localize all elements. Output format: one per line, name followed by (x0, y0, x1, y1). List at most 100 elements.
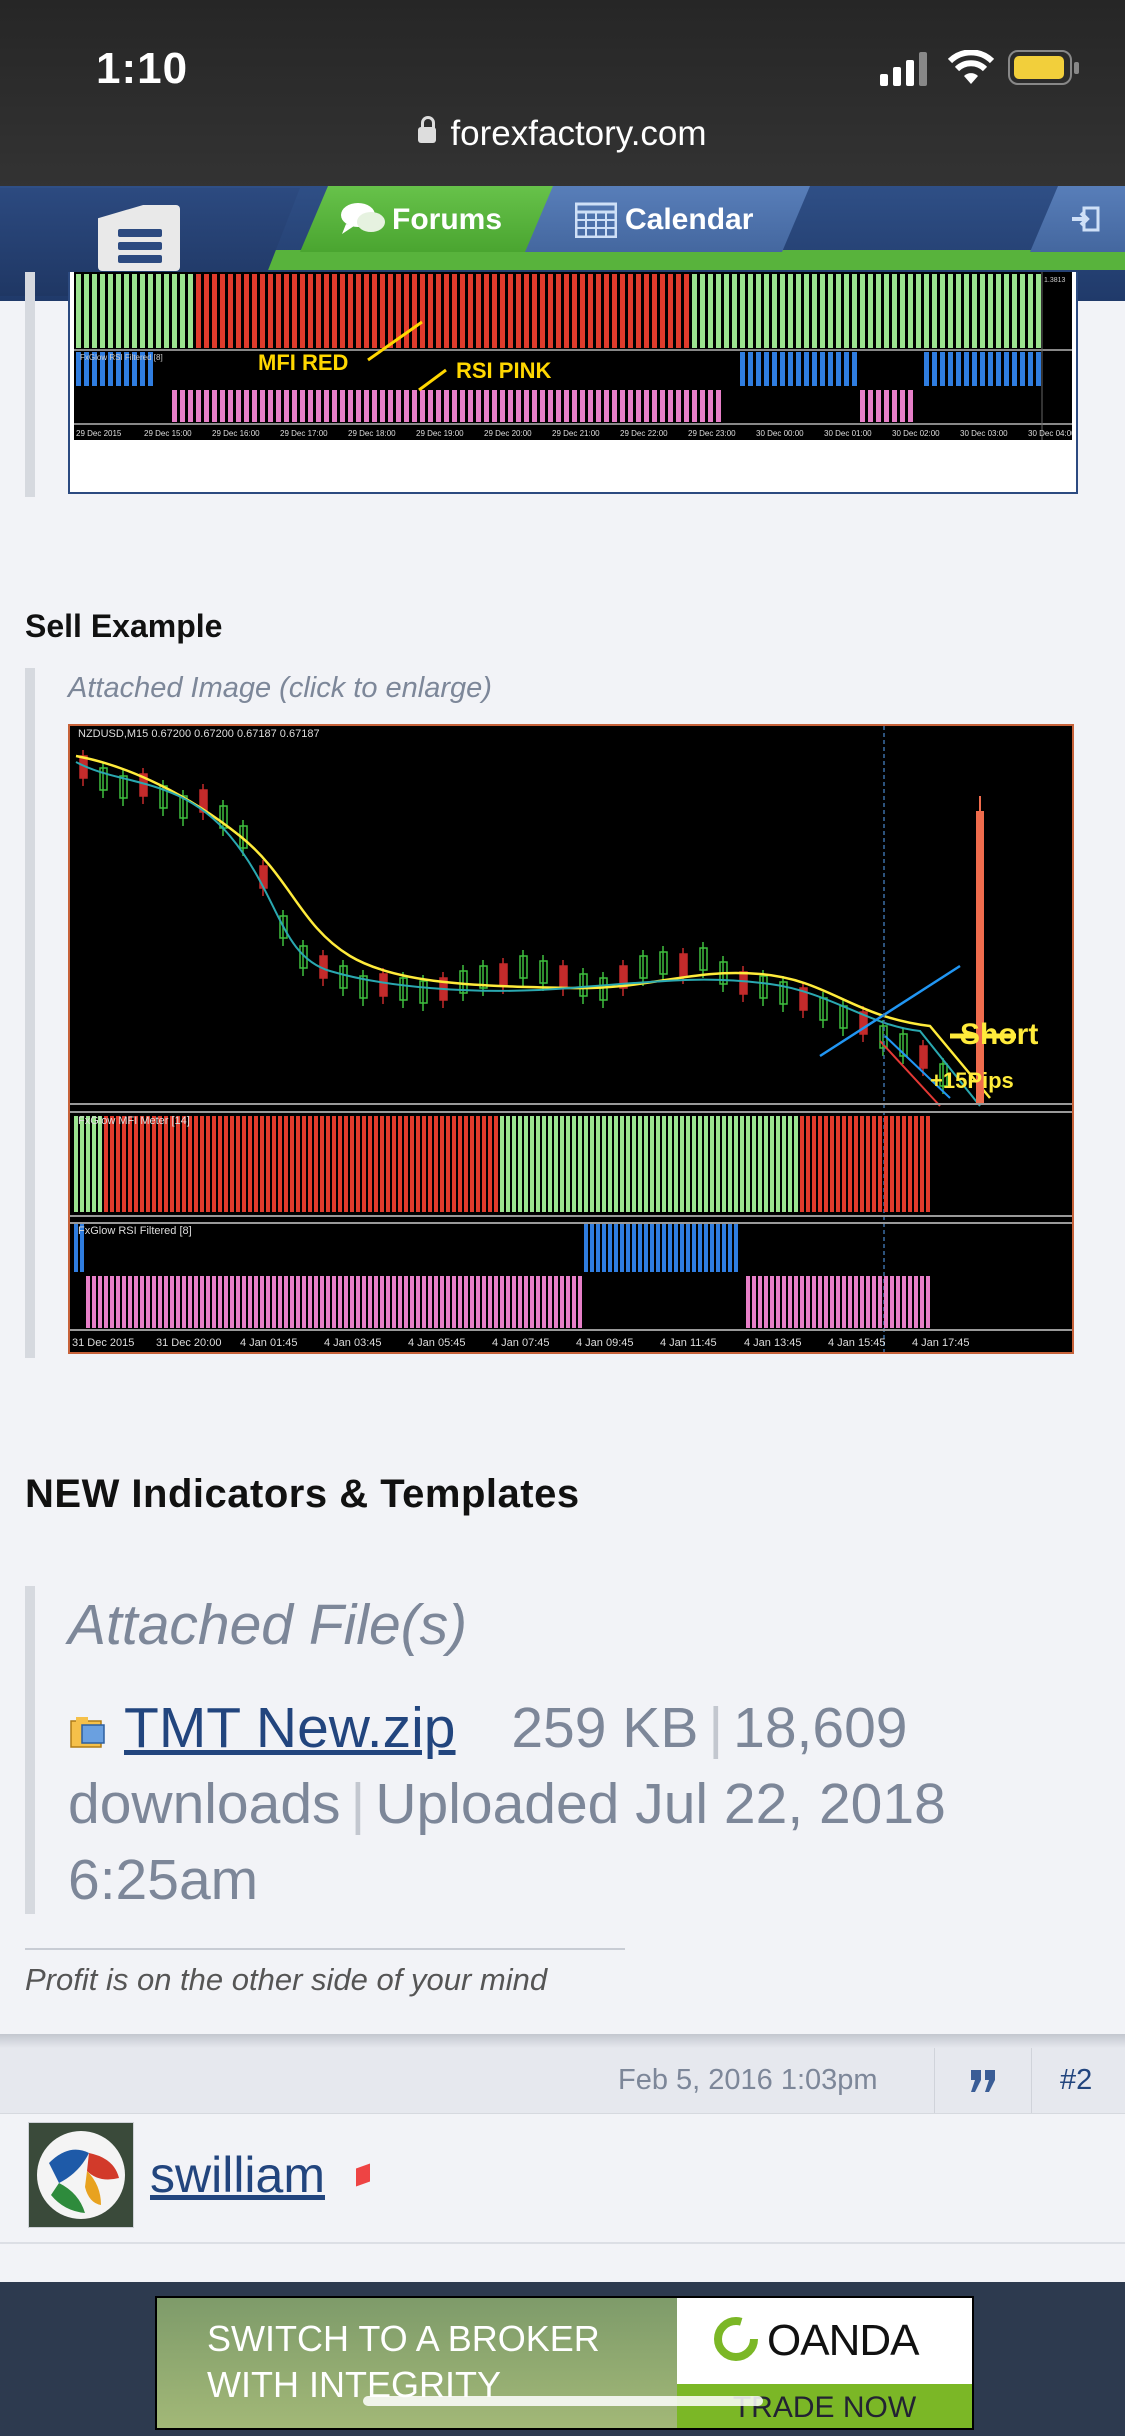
mfi-bar (716, 274, 721, 348)
mfi-bar (740, 1116, 744, 1212)
time-tick-label: 4 Jan 07:45 (492, 1337, 550, 1349)
rsi-bar (276, 390, 281, 422)
tab-forums[interactable]: Forums (300, 186, 560, 252)
menu-icon[interactable] (98, 205, 180, 271)
mfi-bar (650, 1116, 654, 1212)
time-tick-label: 31 Dec 20:00 (156, 1337, 221, 1349)
file-download-link[interactable]: TMT New.zip (124, 1696, 456, 1760)
rsi-bar (940, 352, 945, 386)
mfi-bar (348, 274, 353, 348)
rsi-bar (772, 352, 777, 386)
rsi-bar (860, 1276, 864, 1328)
mfi-bar (494, 1116, 498, 1212)
rsi-bar (656, 1224, 660, 1272)
mfi-bar (332, 274, 337, 348)
rsi-bar (620, 1224, 624, 1272)
candlestick (679, 953, 688, 977)
mfi-bar (854, 1116, 858, 1212)
mfi-bar (110, 1116, 114, 1212)
ad-cta-button[interactable]: TRADE NOW (677, 2384, 972, 2428)
mfi-bar (692, 274, 697, 348)
rsi-bar (488, 1276, 492, 1328)
rsi-bar (244, 390, 249, 422)
mfi-bar (468, 274, 473, 348)
mfi-bar (764, 274, 769, 348)
rsi-bar (812, 1276, 816, 1328)
mfi-bar (434, 1116, 438, 1212)
mfi-bar (242, 1116, 246, 1212)
rsi-bar (388, 390, 393, 422)
mfi-bar (896, 1116, 900, 1212)
chart-top-image[interactable]: FxGlow RSI Filtered [8] MFI RED RSI PINK… (74, 272, 1072, 440)
address-bar[interactable]: forexfactory.com (0, 114, 1125, 154)
rsi-bar (668, 1224, 672, 1272)
mfi-bar (612, 274, 617, 348)
ad-line-1: SWITCH TO A BROKER (207, 2318, 600, 2359)
rsi-bar (716, 1224, 720, 1272)
rsi-bar (180, 390, 185, 422)
attached-image-frame[interactable]: FxGlow RSI Filtered [8] MFI RED RSI PINK… (68, 272, 1078, 494)
mfi-bar (836, 274, 841, 348)
rsi-bar (452, 1276, 456, 1328)
rsi-bar (824, 1276, 828, 1328)
rsi-bar (500, 1276, 504, 1328)
mfi-bar (812, 274, 817, 348)
mfi-bar (236, 274, 241, 348)
quote-button[interactable] (934, 2048, 1032, 2113)
avatar[interactable] (28, 2122, 134, 2228)
rsi-bar (236, 1276, 240, 1328)
mfi-bar (380, 1116, 384, 1212)
mfi-bar (902, 1116, 906, 1212)
rsi-bar (284, 390, 289, 422)
mfi-bar (884, 274, 889, 348)
post-number-link[interactable]: #2 (1060, 2064, 1092, 2097)
mfi-bar (884, 1116, 888, 1212)
mfi-bar (164, 274, 169, 348)
rsi-bar (512, 1276, 516, 1328)
rsi-bar (320, 1276, 324, 1328)
tab-forums-label: Forums (392, 203, 503, 236)
mfi-bar (980, 274, 985, 348)
mfi-bar (444, 274, 449, 348)
mfi-bar (482, 1116, 486, 1212)
mfi-bar (128, 1116, 132, 1212)
rsi-bar (200, 1276, 204, 1328)
mfi-bar (134, 1116, 138, 1212)
file-size: 259 KB (511, 1696, 699, 1760)
rsi-bar (796, 352, 801, 386)
rsi-bar (788, 352, 793, 386)
rsi-bar (964, 352, 969, 386)
ad-banner[interactable]: SWITCH TO A BROKER WITH INTEGRITY OANDA … (155, 2296, 974, 2430)
mfi-bar (788, 274, 793, 348)
rsi-bar (524, 1276, 528, 1328)
home-indicator (363, 2396, 763, 2406)
rsi-bar (308, 390, 313, 422)
rsi-bar (98, 1276, 102, 1328)
mfi-bar (776, 1116, 780, 1212)
rsi-bar (602, 1224, 606, 1272)
sell-example-chart-image[interactable]: NZDUSD,M15 0.67200 0.67200 0.67187 0.671… (68, 724, 1074, 1354)
attached-image-caption[interactable]: Attached Image (click to enlarge) (68, 672, 492, 705)
tab-calendar[interactable]: Calendar (525, 186, 810, 252)
rsi-bar (268, 390, 273, 422)
rsi-bar (704, 1224, 708, 1272)
rsi-bar (644, 1224, 648, 1272)
mfi-bar (122, 1116, 126, 1212)
username-link[interactable]: swilliam (150, 2146, 325, 2204)
mfi-bar (1004, 274, 1009, 348)
mfi-bar (248, 1116, 252, 1212)
rsi-bar (628, 390, 633, 422)
mfi-bar (636, 274, 641, 348)
time-tick-label: 29 Dec 18:00 (348, 429, 396, 438)
quote-bar (25, 668, 35, 1358)
mfi-bar (392, 1116, 396, 1212)
quote-bar (25, 1586, 35, 1914)
rsi-bar (464, 1276, 468, 1328)
mfi-bar (524, 274, 529, 348)
mfi-bar (872, 1116, 876, 1212)
section-heading-sell: Sell Example (25, 608, 223, 644)
rsi-bar (644, 390, 649, 422)
rsi-bar (194, 1276, 198, 1328)
mfi-bar (124, 274, 129, 348)
rsi-bar (764, 352, 769, 386)
